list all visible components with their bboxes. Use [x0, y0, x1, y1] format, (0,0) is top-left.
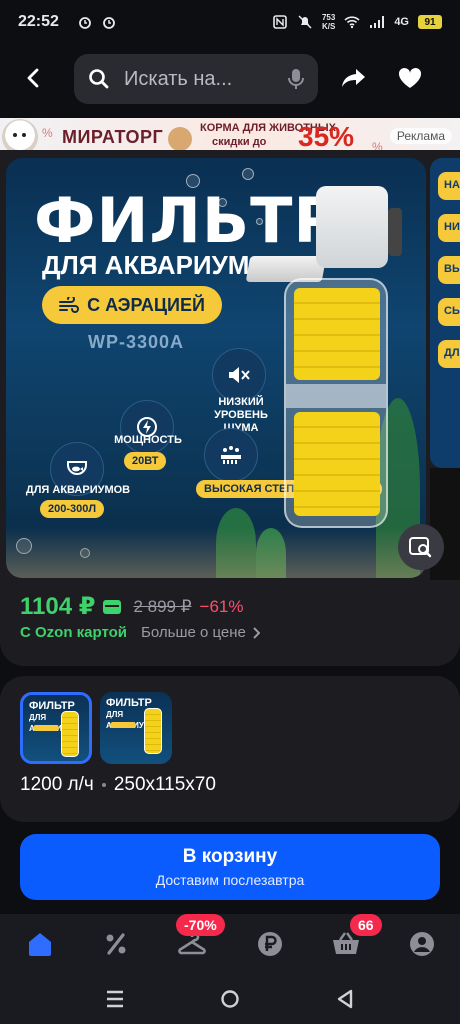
search-icon: [89, 69, 109, 89]
search-placeholder: Искать на...: [124, 67, 233, 90]
nav-profile[interactable]: [404, 926, 440, 962]
next-slide-preview[interactable]: НА НИ ВЫ СЬ ДЛ: [430, 158, 460, 468]
sand: [6, 528, 426, 578]
share-icon: [342, 69, 365, 87]
status-time: 22:52: [18, 13, 59, 30]
cart-area: В корзину Доставим послезавтра: [0, 822, 460, 914]
back-arrow-icon: [27, 68, 39, 88]
recents-button[interactable]: [100, 984, 130, 1014]
image-search-icon: [409, 537, 432, 558]
ad-line-2: скидки до: [212, 136, 267, 148]
profile-icon: [410, 932, 434, 956]
menu-lines-icon: [107, 990, 123, 1008]
share-button[interactable]: [334, 58, 374, 98]
favorite-button[interactable]: [390, 58, 430, 98]
back-button[interactable]: [14, 58, 54, 98]
percent-decoration: %: [42, 126, 53, 140]
nfc-icon: [273, 15, 287, 29]
top-bar: Искать на...: [0, 50, 460, 108]
ad-brand: МИРАТОРГ: [62, 127, 164, 147]
heart-icon: [398, 67, 422, 88]
variant-thumb-selected[interactable]: ФИЛЬТРДЛЯ АКВАРИУМА: [20, 692, 92, 764]
signal-icon: [370, 16, 385, 28]
wifi-icon: [344, 16, 360, 29]
microphone-icon[interactable]: [288, 68, 304, 90]
chevron-right-icon: [253, 626, 260, 639]
fishbowl-icon: [67, 461, 87, 475]
feature-power-badge: 20ВТ: [124, 452, 167, 470]
product-card: ФИЛЬТР ДЛЯ АКВАРИУМА С АЭРАЦИЕЙ WP-3300A…: [0, 150, 460, 666]
alarm-icon: [79, 17, 91, 29]
bottom-nav: -70% 66: [0, 914, 460, 972]
bubble: [242, 168, 254, 180]
add-to-cart-button[interactable]: В корзину Доставим послезавтра: [20, 834, 440, 900]
promo-subtitle: ДЛЯ АКВАРИУМА: [42, 250, 269, 280]
network-type: 4G: [394, 16, 409, 28]
variant-specs: 1200 л/ч 250x115x70: [20, 774, 216, 796]
feature-tank: ДЛЯ АКВАРИУМОВ: [25, 484, 131, 496]
promo-aeration-pill: С АЭРАЦИЕЙ: [42, 286, 222, 324]
nav-fresh-badge: -70%: [176, 914, 225, 936]
triangle-back-icon: [337, 989, 353, 1009]
cart-title: В корзину: [182, 846, 278, 867]
variant-size: 250x115x70: [113, 774, 216, 795]
feature-power: МОЩНОСТЬ: [114, 434, 182, 446]
status-bar: 22:52 753 K/S 4G 91: [0, 0, 460, 44]
filter-head: [316, 186, 402, 268]
nav-finance[interactable]: [252, 926, 288, 962]
visual-search-button[interactable]: [398, 524, 444, 570]
filter-product-image: [245, 186, 402, 528]
ozon-card-icon: [103, 599, 122, 614]
price-row: 1104 ₽ 2 899 ₽ −61%: [20, 592, 243, 621]
home-icon: [29, 933, 51, 956]
cart-subtitle: Доставим послезавтра: [155, 872, 305, 888]
promo-model: WP-3300A: [88, 332, 185, 352]
back-system-button[interactable]: [330, 984, 360, 1014]
cat-image: [168, 127, 192, 151]
product-image-carousel[interactable]: ФИЛЬТР ДЛЯ АКВАРИУМА С АЭРАЦИЕЙ WP-3300A…: [6, 158, 426, 578]
ozon-card-row: С Ozon картой Больше о цене: [20, 624, 260, 641]
nav-home[interactable]: [22, 926, 58, 962]
water-drops-icon: [221, 446, 241, 464]
variant-card: ФИЛЬТРДЛЯ АКВАРИУМА ФИЛЬТРДЛЯ АКВАРИУМА …: [0, 676, 460, 822]
alarm-icon: [103, 17, 115, 29]
feature-tank-badge: 200-300Л: [40, 500, 105, 518]
system-nav: [0, 972, 460, 1024]
variant-thumb[interactable]: ФИЛЬТРДЛЯ АКВАРИУМА: [100, 692, 172, 764]
percent-icon: [106, 933, 126, 955]
wind-icon: [59, 297, 80, 313]
feature-circle-cleaning: [204, 428, 258, 482]
variant-flow: 1200 л/ч: [20, 774, 94, 795]
circle-icon: [221, 990, 239, 1008]
feature-circle-noise: [212, 348, 266, 402]
filter-tube: [284, 278, 388, 528]
nav-cart-badge: 66: [350, 914, 382, 936]
ruble-icon: [258, 932, 282, 956]
home-system-button[interactable]: [215, 984, 245, 1014]
ozon-card-label[interactable]: С Ozon картой: [20, 624, 127, 641]
nav-sales[interactable]: [98, 926, 134, 962]
battery-indicator: 91: [418, 15, 442, 29]
more-price-link[interactable]: Больше о цене: [141, 624, 260, 641]
price-current: 1104 ₽: [20, 593, 96, 620]
mute-speaker-icon: [229, 367, 250, 383]
ad-label[interactable]: Реклама: [389, 128, 452, 144]
mute-bell-icon: [298, 15, 312, 29]
network-speed: 753 K/S: [321, 13, 336, 31]
ad-discount: 35%: [298, 121, 355, 152]
price-discount: −61%: [199, 596, 244, 616]
search-input[interactable]: Искать на...: [74, 54, 318, 104]
price-old: 2 899 ₽: [133, 596, 192, 616]
